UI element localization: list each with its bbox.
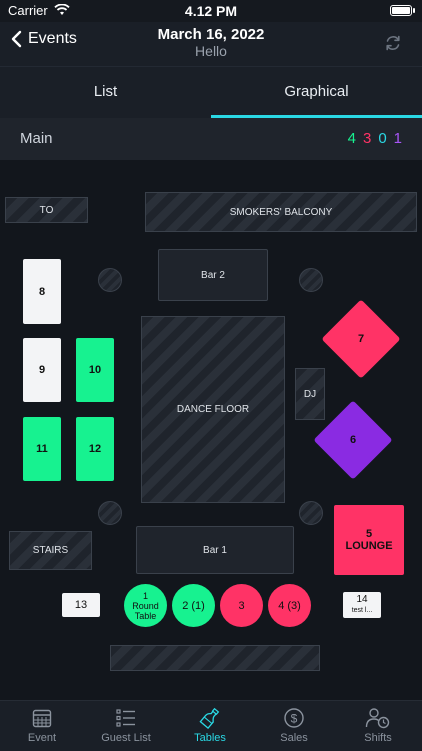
table-5-lounge[interactable]: 5 LOUNGE	[334, 505, 404, 575]
navigation-header: Events March 16, 2022 Hello	[0, 22, 422, 66]
table-7[interactable]: 7	[321, 299, 401, 379]
nav-guest-list-label: Guest List	[101, 732, 151, 744]
area-bar-1: Bar 1	[136, 526, 294, 574]
area-to: TO	[5, 197, 88, 223]
table-4[interactable]: 4 (3)	[268, 584, 311, 627]
nav-event-label: Event	[27, 732, 57, 744]
status-bar: Carrier 4.12 PM	[0, 0, 422, 22]
dollar-icon: $	[284, 708, 304, 728]
status-counts: 4 3 0 1	[348, 130, 402, 147]
table-9[interactable]: 9	[23, 338, 61, 402]
table-11[interactable]: 11	[23, 417, 61, 481]
bottom-tab-bar: Event Guest List Tables $ Sales Shifts	[0, 700, 422, 751]
floor-plan[interactable]: TO SMOKERS' BALCONY Bar 2 8 9 10 11 12 D…	[0, 160, 422, 700]
area-unnamed	[110, 645, 320, 671]
status-time: 4.12 PM	[184, 3, 238, 19]
table-14[interactable]: 14 test l...	[343, 592, 381, 618]
table-1-round[interactable]: 1 Round Table	[124, 584, 167, 627]
count-reserved: 3	[362, 130, 372, 147]
table-13[interactable]: 13	[62, 593, 100, 617]
list-icon	[116, 709, 135, 727]
table-1-number: 1	[142, 590, 148, 601]
pillar	[299, 268, 323, 292]
area-smokers-balcony: SMOKERS' BALCONY	[145, 192, 417, 232]
nav-event[interactable]: Event	[0, 707, 84, 744]
table-10[interactable]: 10	[76, 338, 114, 402]
area-dj: DJ	[295, 368, 325, 420]
area-stairs: STAIRS	[9, 531, 92, 570]
section-title: Main	[20, 130, 53, 147]
section-header: Main 4 3 0 1	[0, 118, 422, 160]
tab-list[interactable]: List	[0, 67, 211, 119]
nav-tables-label: Tables	[194, 732, 226, 744]
table-1-name: Round Table	[132, 600, 159, 621]
svg-text:$: $	[291, 712, 298, 726]
tab-graphical[interactable]: Graphical	[211, 67, 422, 119]
view-tabs: List Graphical	[0, 66, 422, 119]
nav-shifts[interactable]: Shifts	[336, 707, 420, 744]
refresh-button[interactable]	[384, 34, 402, 57]
table-6[interactable]: 6	[313, 400, 393, 480]
count-seated: 0	[378, 130, 387, 147]
area-bar-2: Bar 2	[158, 249, 268, 301]
pillar	[98, 501, 122, 525]
table-14-name: test l...	[351, 607, 373, 614]
page-subtitle: Hello	[195, 43, 227, 59]
nav-sales-label: Sales	[280, 732, 308, 744]
table-12[interactable]: 12	[76, 417, 114, 481]
table-6-label: 6	[349, 434, 357, 446]
user-clock-icon	[365, 708, 390, 729]
refresh-icon	[386, 35, 400, 51]
table-2[interactable]: 2 (1)	[172, 584, 215, 627]
nav-sales[interactable]: $ Sales	[252, 707, 336, 744]
calendar-icon	[32, 709, 52, 728]
table-5-number: 5	[365, 528, 373, 540]
pillar	[98, 268, 122, 292]
table-14-number: 14	[356, 594, 368, 605]
nav-guest-list[interactable]: Guest List	[84, 707, 168, 744]
table-3[interactable]: 3	[220, 584, 263, 627]
pillar	[299, 501, 323, 525]
nav-tables[interactable]: Tables	[168, 707, 252, 744]
battery-nub	[413, 8, 415, 13]
count-other: 1	[393, 130, 402, 147]
battery-icon	[390, 5, 412, 16]
nav-shifts-label: Shifts	[364, 732, 392, 744]
bottle-icon	[199, 707, 220, 729]
page-title: March 16, 2022	[157, 26, 265, 43]
table-8[interactable]: 8	[23, 259, 61, 324]
table-7-label: 7	[357, 333, 365, 345]
area-dance-floor: DANCE FLOOR	[141, 316, 285, 503]
count-available: 4	[347, 130, 356, 147]
table-5-name: LOUNGE	[345, 540, 393, 552]
